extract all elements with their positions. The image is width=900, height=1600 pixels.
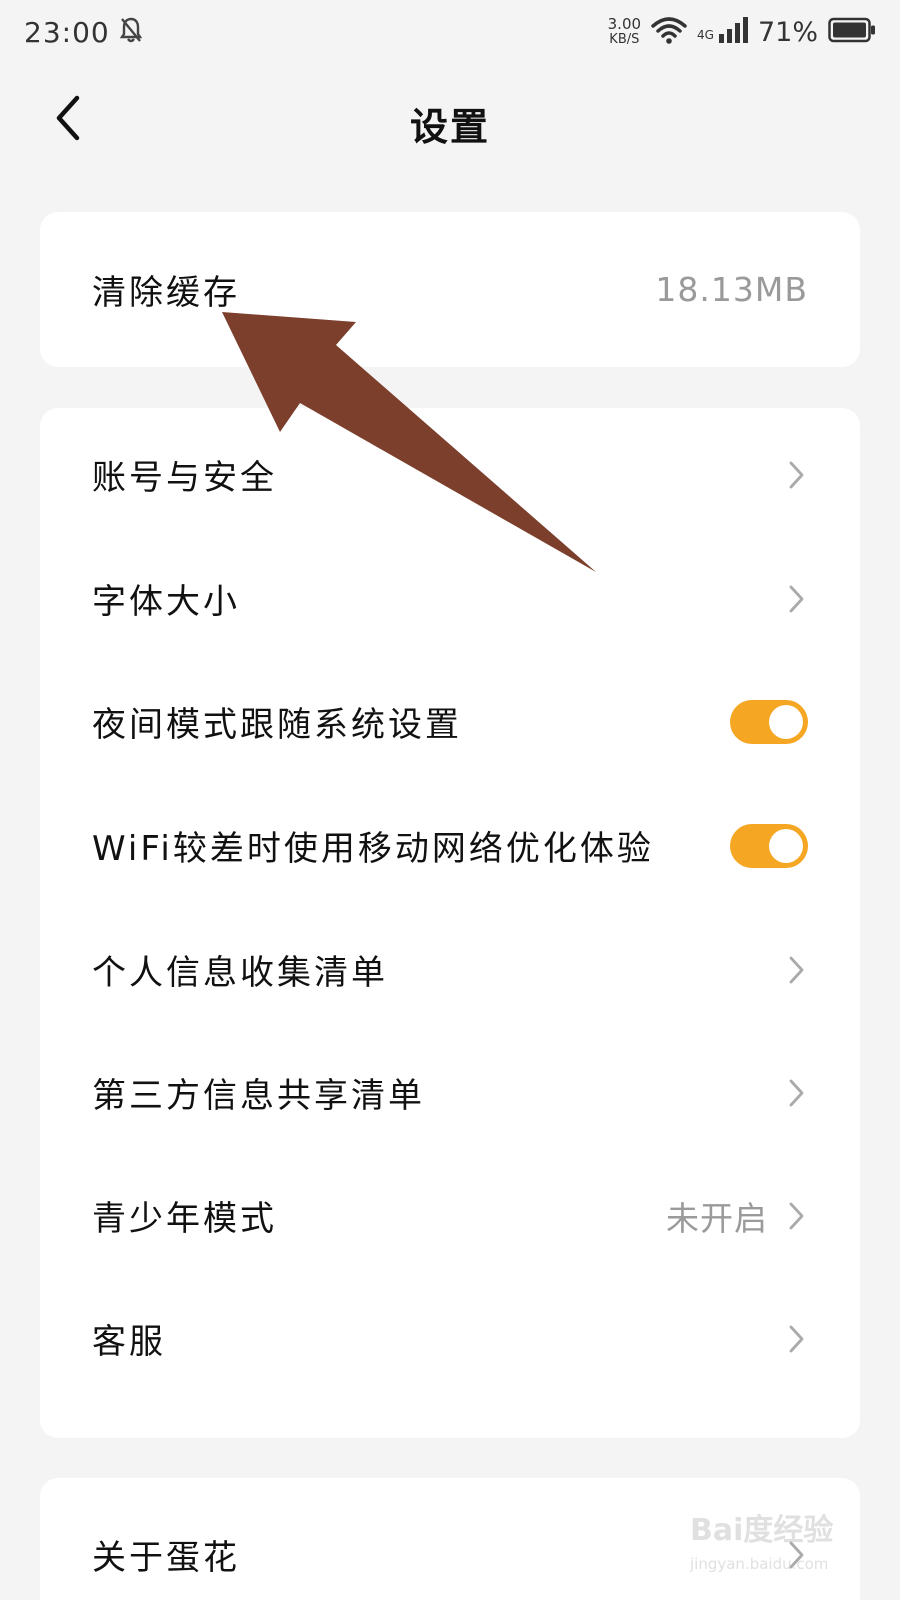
battery-percent: 71% (757, 16, 818, 48)
settings-item-customer-service[interactable]: 客服 (40, 1276, 860, 1401)
settings-item-label: WiFi较差时使用移动网络优化体验 (92, 829, 654, 869)
watermark: Bai度经验 jingyan.baidu.com (690, 1505, 870, 1585)
night-mode-toggle[interactable] (730, 699, 808, 744)
settings-item-night-mode: 夜间模式跟随系统设置 (40, 659, 860, 784)
chevron-right-icon (789, 461, 804, 488)
cache-size-value: 18.13MB (655, 270, 808, 309)
clear-cache-row[interactable]: 清除缓存 18.13MB (40, 227, 860, 352)
settings-item-label: 客服 (92, 1322, 166, 1362)
battery-icon (828, 17, 876, 47)
settings-item-wifi-optimize: WiFi较差时使用移动网络优化体验 (40, 783, 860, 908)
settings-item-label: 夜间模式跟随系统设置 (92, 705, 462, 745)
settings-item-account-security[interactable]: 账号与安全 (40, 412, 860, 537)
settings-item-personal-info-list[interactable]: 个人信息收集清单 (40, 907, 860, 1032)
chevron-right-icon (789, 1325, 804, 1352)
settings-item-label: 账号与安全 (92, 458, 277, 498)
settings-item-third-party-list[interactable]: 第三方信息共享清单 (40, 1030, 860, 1155)
settings-item-right (786, 1321, 808, 1357)
network-speed-value: 3.00 (607, 15, 642, 33)
network-type: 4G (697, 28, 714, 42)
settings-item-font-size[interactable]: 字体大小 (40, 536, 860, 661)
page-title: 设置 (409, 105, 490, 149)
signal-icon (718, 16, 748, 48)
settings-item-right (786, 581, 808, 617)
clear-cache-label: 清除缓存 (92, 273, 240, 313)
settings-item-label: 青少年模式 (92, 1199, 277, 1239)
settings-item-right (786, 457, 808, 493)
settings-page: 23:00 3.00 KB/S 4G 71% 设置 清除缓存 18.13MB 账… (0, 0, 900, 1600)
settings-item-label: 字体大小 (92, 582, 240, 622)
settings-list-card: 账号与安全 字体大小 夜间模式跟随系统设置 WiFi较差时使用移动网络优化体验 (40, 408, 860, 1438)
wifi-icon (651, 16, 687, 48)
header: 设置 (0, 70, 900, 166)
chevron-right-icon (789, 956, 804, 983)
settings-item-right: 未开启 (666, 1192, 808, 1240)
watermark-brand: Bai度经验 (690, 1513, 834, 1548)
network-speed-unit: KB/S (609, 32, 640, 47)
notification-mute-icon (119, 16, 142, 48)
network-speed: 3.00 KB/S (608, 16, 641, 48)
chevron-right-icon (789, 585, 804, 612)
settings-item-label: 个人信息收集清单 (92, 953, 388, 993)
toggle-knob (769, 828, 803, 863)
status-bar: 23:00 3.00 KB/S 4G 71% (0, 0, 900, 64)
settings-item-right (786, 1075, 808, 1111)
clear-cache-card: 清除缓存 18.13MB (40, 212, 860, 367)
settings-item-right (786, 952, 808, 988)
chevron-right-icon (789, 1202, 804, 1229)
about-label: 关于蛋花 (92, 1538, 240, 1578)
status-bar-left: 23:00 (24, 16, 142, 49)
chevron-right-icon (789, 1079, 804, 1106)
watermark-url: jingyan.baidu.com (690, 1555, 829, 1573)
status-bar-right: 3.00 KB/S 4G 71% (608, 16, 876, 48)
toggle-knob (769, 704, 803, 739)
settings-item-teen-mode[interactable]: 青少年模式 未开启 (40, 1153, 860, 1278)
wifi-optimize-toggle[interactable] (730, 823, 808, 868)
teen-mode-status: 未开启 (666, 1198, 768, 1238)
status-time: 23:00 (24, 15, 110, 49)
settings-item-label: 第三方信息共享清单 (92, 1076, 425, 1116)
